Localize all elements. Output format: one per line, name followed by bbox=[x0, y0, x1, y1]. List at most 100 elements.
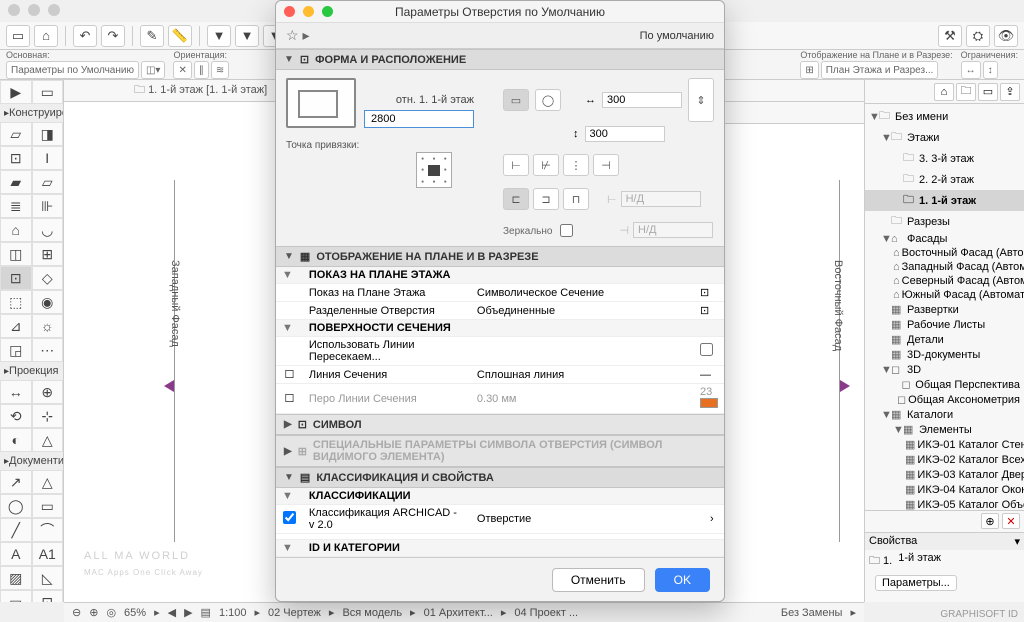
minimize-icon[interactable] bbox=[28, 4, 40, 16]
tree-node[interactable]: ⌂Северный Фасад (Автоматиче bbox=[865, 274, 1024, 288]
window-tool[interactable]: ⊡ bbox=[0, 146, 32, 170]
zoom-in-icon[interactable]: ⊕ bbox=[89, 606, 98, 619]
detail-tool[interactable]: ◯ bbox=[0, 494, 32, 518]
tree-node[interactable]: ▼🗀Без имени bbox=[865, 106, 1024, 127]
tool-dropdown-2[interactable]: ▼ bbox=[235, 25, 259, 47]
limit-btn-2[interactable]: ⊬ bbox=[533, 154, 559, 176]
arc-tool[interactable]: ⌒ bbox=[32, 518, 64, 542]
cut-pen-value[interactable]: 0.30 мм bbox=[477, 393, 517, 405]
radial-tool[interactable]: ⟲ bbox=[0, 404, 32, 428]
default-params-selector[interactable]: Параметры по Умолчанию bbox=[6, 61, 139, 79]
orient-btn-2[interactable]: ∥ bbox=[194, 61, 209, 79]
tree-node[interactable]: ▦ИКЭ-05 Каталог Объектов bbox=[865, 497, 1024, 510]
mirror-checkbox[interactable] bbox=[560, 224, 573, 237]
constraints-btn-1[interactable]: ↔ bbox=[961, 61, 981, 79]
sub-floor-plan[interactable]: ПОКАЗ НА ПЛАНЕ ЭТАЖА bbox=[303, 267, 724, 284]
scale-value[interactable]: 1:100 bbox=[219, 607, 247, 619]
nav-prev-icon[interactable]: ◀ bbox=[168, 606, 176, 619]
mesh-tool[interactable]: ⊿ bbox=[0, 314, 32, 338]
dialog-titlebar[interactable]: Параметры Отверстия по Умолчанию bbox=[276, 1, 724, 23]
split-openings-value[interactable]: Объединенные bbox=[471, 302, 694, 320]
lamp-tool[interactable]: ☼ bbox=[32, 314, 64, 338]
sub-id-categories[interactable]: ID И КАТЕГОРИИ bbox=[303, 540, 724, 557]
tree-node[interactable]: ⌂Восточный Фасад (Автоматиче bbox=[865, 246, 1024, 260]
morph-tool[interactable]: ◇ bbox=[32, 266, 64, 290]
shell-tool[interactable]: ◡ bbox=[32, 218, 64, 242]
level-tool[interactable]: ⊕ bbox=[32, 380, 64, 404]
favorite-icon[interactable]: ☆ ▸ bbox=[286, 27, 309, 44]
door-tool[interactable]: ◨ bbox=[32, 122, 64, 146]
plan-display-selector[interactable]: План Этажа и Разрез... bbox=[821, 61, 939, 79]
cut-line-value[interactable]: Сплошная линия bbox=[471, 366, 694, 384]
archicad-class-value[interactable]: Отверстие bbox=[471, 505, 704, 534]
tree-node[interactable]: ▼▦Элементы bbox=[865, 422, 1024, 437]
floor-plan-display-value[interactable]: Символическое Сечение bbox=[471, 284, 694, 302]
tool-measure[interactable]: 📏 bbox=[168, 25, 192, 47]
sub-classifications[interactable]: КЛАССИФИКАЦИИ bbox=[303, 488, 724, 505]
slab-tool[interactable]: ▱ bbox=[32, 170, 64, 194]
toolbox-header-projection[interactable]: ▸ Проекция bbox=[0, 362, 63, 380]
zone-tool[interactable]: ◉ bbox=[32, 290, 64, 314]
tool-teamwork[interactable]: ⛭ bbox=[966, 25, 990, 47]
tree-node[interactable]: 🗀1. 1-й этаж bbox=[865, 190, 1024, 211]
tool-view[interactable]: 👁 bbox=[994, 25, 1018, 47]
orient-btn-1[interactable]: ✕ bbox=[173, 61, 191, 79]
tree-node[interactable]: 🗀3. 3-й этаж bbox=[865, 148, 1024, 169]
shape-circle-button[interactable]: ◯ bbox=[535, 89, 561, 111]
wall-tool[interactable]: ▱ bbox=[0, 122, 32, 146]
beam-tool[interactable]: ▰ bbox=[0, 170, 32, 194]
text-tool[interactable]: A bbox=[0, 542, 32, 566]
height2-input[interactable] bbox=[585, 126, 665, 142]
text-tool-1[interactable]: ↗ bbox=[0, 470, 32, 494]
sub-cut-surfaces[interactable]: ПОВЕРХНОСТИ СЕЧЕНИЯ bbox=[303, 320, 724, 337]
tree-node[interactable]: 🗀2. 2-й этаж bbox=[865, 169, 1024, 190]
link-dims-button[interactable]: ⇕ bbox=[688, 78, 714, 122]
limit-btn-4[interactable]: ⊣ bbox=[593, 154, 619, 176]
tree-node[interactable]: ▦3D-документы bbox=[865, 347, 1024, 362]
tool-renovation[interactable]: ⚒ bbox=[938, 25, 962, 47]
cancel-button[interactable]: Отменить bbox=[552, 568, 645, 592]
use-intersect-checkbox[interactable] bbox=[700, 343, 713, 356]
railing-tool[interactable]: ⊪ bbox=[32, 194, 64, 218]
crumb-1[interactable]: 02 Чертеж bbox=[268, 607, 321, 619]
dialog-minimize-icon[interactable] bbox=[303, 6, 314, 17]
ok-button[interactable]: OK bbox=[655, 568, 710, 592]
section-plan-section[interactable]: ▼ ▦ ОТОБРАЖЕНИЕ НА ПЛАНЕ И В РАЗРЕЗЕ bbox=[276, 246, 724, 267]
figure-tool[interactable]: ⊡ bbox=[32, 590, 64, 602]
tree-node[interactable]: ▼⌂Фасады bbox=[865, 232, 1024, 246]
label-tool[interactable]: A1 bbox=[32, 542, 64, 566]
tree-node[interactable]: ▦ИКЭ-03 Каталог Дверей bbox=[865, 467, 1024, 482]
navigator-tree[interactable]: ▼🗀Без имени▼🗀Этажи🗀3. 3-й этаж🗀2. 2-й эт… bbox=[865, 104, 1024, 510]
corner-tool[interactable]: ◲ bbox=[0, 338, 32, 362]
nav-new-icon[interactable]: ⊕ bbox=[981, 513, 999, 529]
elev-tool[interactable]: △ bbox=[32, 428, 64, 452]
tree-node[interactable]: ▦ИКЭ-02 Каталог Всех Прое bbox=[865, 452, 1024, 467]
section-classification[interactable]: ▼ ▤ КЛАССИФИКАЦИЯ И СВОЙСТВА bbox=[276, 467, 724, 488]
dialog-zoom-icon[interactable] bbox=[322, 6, 333, 17]
props-params-button[interactable]: Параметры... bbox=[875, 575, 957, 591]
ext-btn-2[interactable]: ⊐ bbox=[533, 188, 559, 210]
canvas-tab[interactable]: 🗀 1. 1-й этаж [1. 1-й этаж] bbox=[134, 81, 267, 100]
tree-node[interactable]: ▼🗀Этажи bbox=[865, 127, 1024, 148]
crumb-4[interactable]: 04 Проект ... bbox=[514, 607, 578, 619]
renovation-status[interactable]: Без Замены bbox=[781, 607, 843, 619]
object-tool[interactable]: ⬚ bbox=[0, 290, 32, 314]
grid-tool[interactable]: ⊹ bbox=[32, 404, 64, 428]
crumb-2[interactable]: Вся модель bbox=[342, 607, 402, 619]
nav-project-map-icon[interactable]: ⌂ bbox=[934, 83, 954, 101]
tree-node[interactable]: ⌂Западный Фасад (Автоматиче bbox=[865, 260, 1024, 274]
shape-rect-button[interactable]: ▭ bbox=[503, 89, 529, 111]
ext-btn-3[interactable]: ⊓ bbox=[563, 188, 589, 210]
layer-selector[interactable]: ◫▾ bbox=[141, 61, 165, 79]
nav-next-icon[interactable]: ▶ bbox=[184, 606, 192, 619]
height-input[interactable] bbox=[364, 110, 474, 128]
tool-new[interactable]: ▭ bbox=[6, 25, 30, 47]
roof-tool[interactable]: ⌂ bbox=[0, 218, 32, 242]
drawing-tool[interactable]: ▭ bbox=[0, 590, 32, 602]
opening-tool[interactable]: ⊡ bbox=[0, 266, 32, 290]
ext-btn-1[interactable]: ⊏ bbox=[503, 188, 529, 210]
nav-publisher-icon[interactable]: ⇪ bbox=[1000, 83, 1020, 101]
nav-view-map-icon[interactable]: 🗀 bbox=[956, 83, 976, 101]
polyline-tool[interactable]: ◺ bbox=[32, 566, 64, 590]
dialog-close-icon[interactable] bbox=[284, 6, 295, 17]
